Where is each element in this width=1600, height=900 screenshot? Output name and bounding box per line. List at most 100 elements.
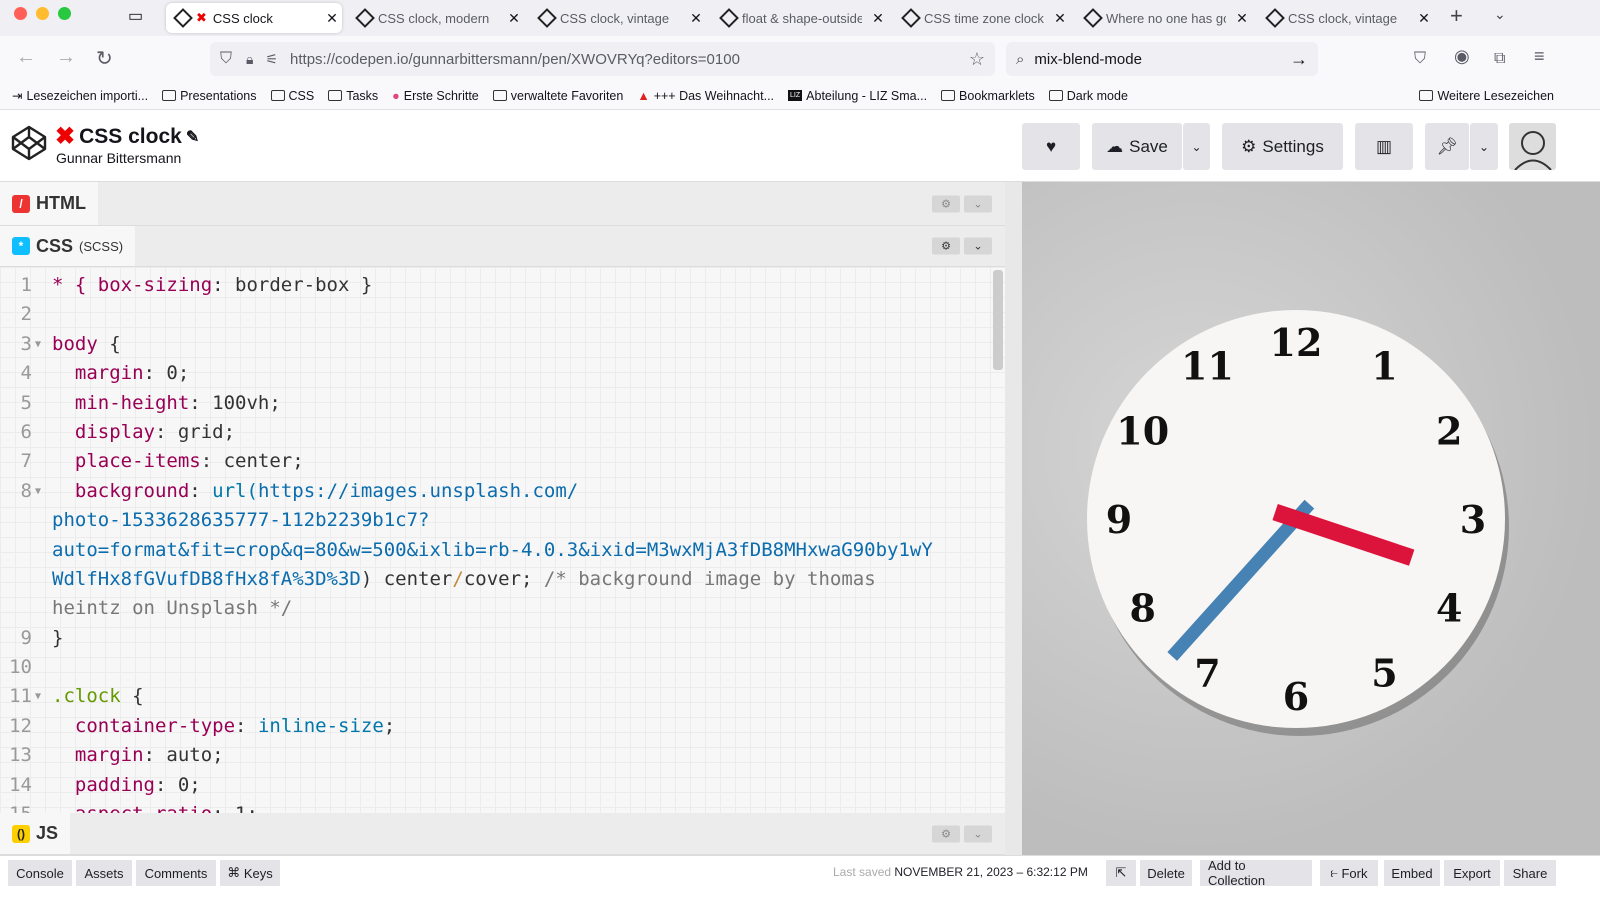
bookmark-item[interactable]: Tasks — [328, 89, 378, 103]
open-external-button[interactable]: ⇱ — [1106, 860, 1136, 886]
close-window-button[interactable] — [14, 7, 27, 20]
code-line[interactable]: auto=format&fit=crop&q=80&w=500&ixlib=rb… — [0, 536, 1005, 565]
html-panel-tab[interactable]: / HTML — [0, 182, 98, 225]
close-tab-icon[interactable]: ✕ — [1232, 10, 1252, 27]
code-line[interactable]: 15 aspect-ratio: 1; — [0, 800, 1005, 813]
browser-tab[interactable]: ✖ CSS clock ✕ — [166, 3, 342, 33]
account-icon[interactable]: ◉ — [1454, 46, 1470, 67]
fold-arrow-icon[interactable]: ▼ — [35, 330, 41, 359]
close-tab-icon[interactable]: ✕ — [868, 10, 888, 27]
other-bookmarks[interactable]: Weitere Lesezeichen — [1419, 89, 1554, 103]
search-go-icon[interactable]: → — [1290, 49, 1308, 70]
browser-tab[interactable]: CSS clock, modern ✕ — [348, 3, 524, 33]
close-tab-icon[interactable]: ✕ — [686, 10, 706, 27]
extensions-icon[interactable]: ⧉ — [1494, 50, 1505, 68]
forward-icon[interactable]: → — [56, 46, 76, 69]
code-line[interactable]: 10 — [0, 653, 1005, 682]
minimize-window-button[interactable] — [36, 7, 49, 20]
html-settings-gear-icon[interactable]: ⚙ — [932, 195, 960, 212]
lock-icon[interactable]: 🔒︎ — [246, 51, 253, 68]
reload-icon[interactable]: ↻ — [96, 46, 113, 71]
url-bar[interactable]: ⛉ 🔒︎ ⚟ https://codepen.io/gunnarbittersm… — [210, 42, 995, 76]
comments-button[interactable]: Comments — [136, 860, 216, 886]
code-line[interactable]: 13 margin: auto; — [0, 741, 1005, 770]
code-line[interactable]: 7 place-items: center; — [0, 447, 1005, 476]
fork-button[interactable]: ⥼ Fork — [1320, 860, 1378, 886]
css-settings-gear-icon[interactable]: ⚙ — [932, 237, 960, 255]
css-collapse-chevron-icon[interactable]: ⌄ — [964, 237, 992, 255]
bookmark-item[interactable]: Dark mode — [1048, 89, 1128, 103]
css-code-editor[interactable]: 1 * { box-sizing: border-box } 2 3 ▼ body {4 … — [0, 267, 1005, 813]
share-button[interactable]: Share — [1504, 860, 1556, 886]
pen-title[interactable]: CSS clock — [79, 125, 182, 149]
bookmark-item[interactable]: ⇥ Lesezeichen importi... — [12, 88, 148, 104]
assets-button[interactable]: Assets — [76, 860, 132, 886]
layout-button[interactable]: ▥ — [1355, 123, 1413, 170]
close-tab-icon[interactable]: ✕ — [322, 10, 342, 27]
browser-tab[interactable]: CSS clock, vintage ✕ — [1258, 3, 1434, 33]
code-line[interactable]: 12 container-type: inline-size; — [0, 712, 1005, 741]
close-tab-icon[interactable]: ✕ — [504, 10, 524, 27]
bookmark-item[interactable]: ● Erste Schritte — [392, 89, 479, 103]
url-text[interactable]: https://codepen.io/gunnarbittersmann/pen… — [290, 51, 740, 68]
search-bar[interactable]: ⌕ mix-blend-mode → — [1006, 42, 1318, 76]
code-line[interactable]: 9} — [0, 624, 1005, 653]
code-line[interactable]: 5 min-height: 100vh; — [0, 389, 1005, 418]
code-line[interactable]: 1 * { box-sizing: border-box } — [0, 271, 1005, 300]
add-to-collection-button[interactable]: Add to Collection — [1200, 858, 1312, 888]
pocket-icon[interactable]: ⛉ — [1414, 50, 1426, 68]
resize-handle[interactable] — [1005, 182, 1022, 855]
delete-button[interactable]: Delete — [1140, 860, 1192, 886]
close-tab-icon[interactable]: ✕ — [1414, 10, 1434, 27]
embed-button[interactable]: Embed — [1384, 860, 1440, 886]
browser-tab[interactable]: CSS clock, vintage ✕ — [530, 3, 706, 33]
code-line[interactable]: 4 margin: 0; — [0, 359, 1005, 388]
code-scrollbar[interactable] — [993, 270, 1003, 370]
maximize-window-button[interactable] — [58, 7, 71, 20]
code-line[interactable]: 14 padding: 0; — [0, 771, 1005, 800]
code-line[interactable]: heintz on Unsplash */ — [0, 594, 1005, 623]
console-button[interactable]: Console — [8, 860, 72, 886]
codepen-logo-icon[interactable] — [10, 124, 47, 161]
save-options-button[interactable]: ⌄ — [1183, 123, 1210, 170]
css-panel-tab[interactable]: * CSS (SCSS) — [0, 226, 136, 266]
save-button[interactable]: ☁ Save — [1092, 123, 1182, 170]
bookmark-item[interactable]: ▲ +++ Das Weihnacht... — [637, 89, 774, 103]
js-panel-tab[interactable]: () JS — [0, 813, 71, 854]
close-tab-icon[interactable]: ✕ — [1050, 10, 1070, 27]
export-button[interactable]: Export — [1444, 860, 1500, 886]
pin-options-button[interactable]: ⌄ — [1470, 123, 1498, 170]
browser-tab[interactable]: float & shape-outside ✕ — [712, 3, 888, 33]
menu-icon[interactable]: ≡ — [1534, 46, 1545, 67]
fold-arrow-icon[interactable]: ▼ — [35, 682, 41, 711]
code-line[interactable]: 2 — [0, 300, 1005, 329]
back-icon[interactable]: ← — [16, 46, 36, 69]
html-collapse-chevron-icon[interactable]: ⌄ — [964, 195, 992, 212]
code-line[interactable]: 6 display: grid; — [0, 418, 1005, 447]
bookmark-item[interactable]: verwaltete Favoriten — [492, 89, 623, 103]
new-tab-button[interactable]: + — [1450, 3, 1463, 29]
code-line[interactable]: 3 ▼ body { — [0, 330, 1005, 359]
edit-pencil-icon[interactable]: ✎ — [186, 127, 199, 147]
tab-overview-icon[interactable]: ▭ — [128, 6, 143, 26]
browser-tab[interactable]: CSS time zone clock ✕ — [894, 3, 1070, 33]
bookmark-item[interactable]: Bookmarklets — [941, 89, 1035, 103]
code-line[interactable]: WdlfHx8fGVufDB8fHx8fA%3D%3D) center/cove… — [0, 565, 1005, 594]
search-input[interactable]: mix-blend-mode — [1034, 51, 1142, 68]
pin-button[interactable]: 📌︎ — [1425, 123, 1469, 170]
fold-arrow-icon[interactable]: ▼ — [35, 477, 41, 506]
bookmark-item[interactable]: LIZ Abteilung - LIZ Sma... — [788, 89, 927, 103]
browser-tab[interactable]: Where no one has gone ✕ — [1076, 3, 1252, 33]
shield-icon[interactable]: ⛉ — [220, 50, 232, 68]
code-line[interactable]: 8 ▼ background: url(https://images.unspla… — [0, 477, 1005, 506]
bookmark-star-icon[interactable]: ☆ — [969, 49, 985, 70]
bookmark-item[interactable]: Presentations — [162, 89, 257, 103]
code-line[interactable]: photo-1533628635777-112b2239b1c7? — [0, 506, 1005, 535]
code-line[interactable]: 11 ▼ .clock { — [0, 682, 1005, 711]
js-settings-gear-icon[interactable]: ⚙ — [932, 825, 960, 842]
permissions-icon[interactable]: ⚟ — [265, 51, 278, 68]
bookmark-item[interactable]: CSS — [270, 89, 314, 103]
love-button[interactable]: ♥ — [1022, 123, 1080, 170]
avatar[interactable] — [1509, 123, 1556, 170]
js-collapse-chevron-icon[interactable]: ⌄ — [964, 825, 992, 842]
